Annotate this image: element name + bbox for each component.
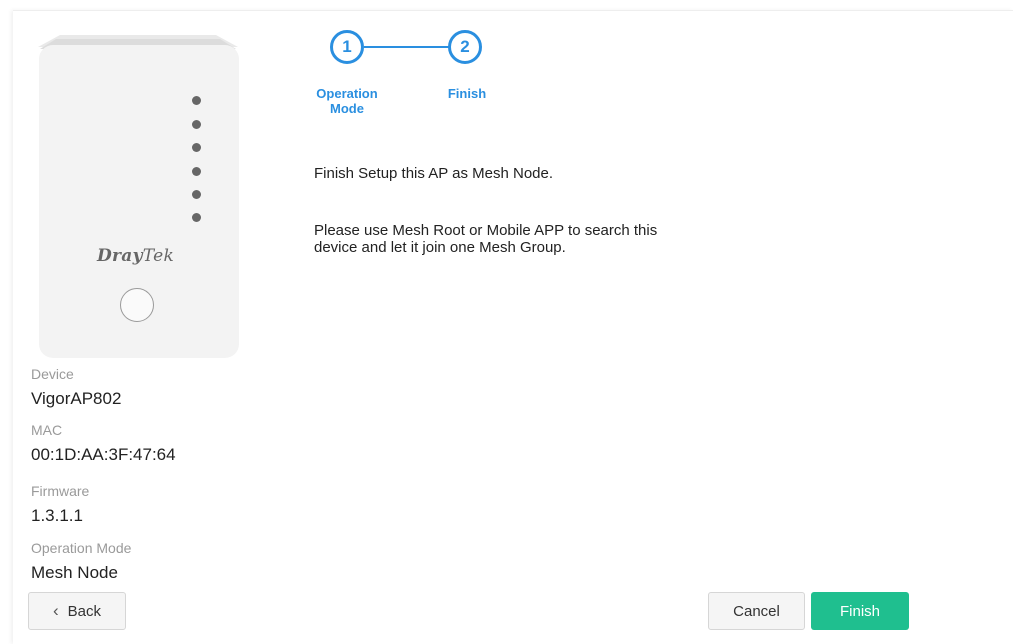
instruction-message: Please use Mesh Root or Mobile APP to se… bbox=[314, 222, 658, 256]
operation-mode-label: Operation Mode bbox=[31, 540, 132, 556]
led-indicator bbox=[192, 190, 201, 199]
power-button-illustration bbox=[120, 288, 154, 322]
led-indicator bbox=[192, 167, 201, 176]
mac-label: MAC bbox=[31, 422, 63, 438]
draytek-logo: DrayTek bbox=[97, 246, 175, 266]
chevron-left-icon: ‹ bbox=[52, 601, 59, 620]
firmware-value: 1.3.1.1 bbox=[31, 506, 83, 525]
step-1-label: Operation Mode bbox=[316, 86, 378, 116]
led-indicator bbox=[192, 213, 201, 222]
step-2-indicator: 2 bbox=[448, 30, 482, 64]
back-button[interactable]: ‹ Back bbox=[28, 592, 126, 630]
firmware-label: Firmware bbox=[31, 483, 90, 499]
step-1-indicator: 1 bbox=[330, 30, 364, 64]
operation-mode-value: Mesh Node bbox=[31, 563, 118, 582]
cancel-button[interactable]: Cancel bbox=[708, 592, 805, 630]
led-indicator bbox=[192, 96, 201, 105]
device-value: VigorAP802 bbox=[31, 389, 122, 408]
led-indicator bbox=[192, 143, 201, 152]
device-label: Device bbox=[31, 366, 74, 382]
stepper-connector bbox=[364, 46, 449, 48]
step-2-label: Finish bbox=[447, 86, 487, 101]
led-indicator bbox=[192, 120, 201, 129]
mac-value: 00:1D:AA:3F:47:64 bbox=[31, 445, 176, 464]
finish-button[interactable]: Finish bbox=[811, 592, 909, 630]
finish-message: Finish Setup this AP as Mesh Node. bbox=[314, 165, 554, 182]
